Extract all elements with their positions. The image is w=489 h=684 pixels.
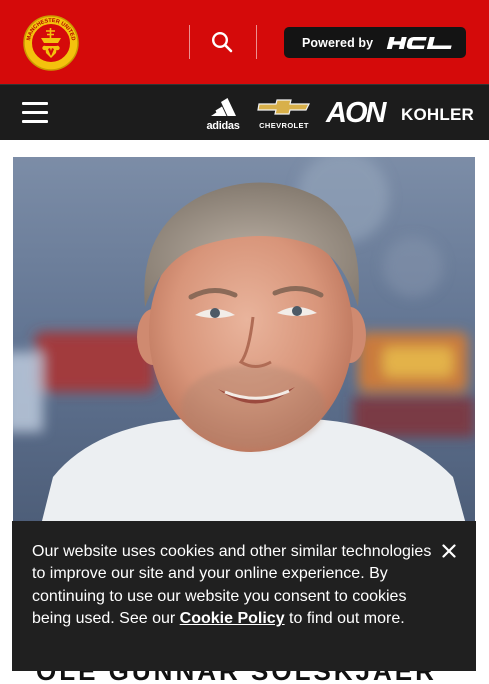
search-button[interactable] [204, 24, 240, 60]
adidas-stripes-icon [211, 98, 236, 116]
hero-image[interactable] [13, 157, 475, 557]
cookie-message: Our website uses cookies and other simil… [32, 541, 432, 631]
manchester-united-crest-logo[interactable]: MANCHESTER UNITED [22, 14, 80, 72]
sponsor-nav-bar: adidas CHEVROLET AON KOHLER [0, 84, 489, 140]
header-divider [189, 25, 190, 59]
sponsor-kohler-logo[interactable]: KOHLER [401, 105, 474, 125]
powered-by-hcl-button[interactable]: Powered by [284, 27, 466, 58]
chevrolet-bowtie-icon [257, 99, 310, 115]
powered-by-label: Powered by [302, 35, 374, 50]
cookie-policy-link[interactable]: Cookie Policy [180, 610, 285, 627]
cookie-message-suffix: to find out more. [284, 610, 405, 628]
press-conference-photo [13, 157, 475, 557]
sponsor-chevrolet-label: CHEVROLET [259, 121, 309, 130]
close-icon [442, 544, 456, 558]
adidas-logo[interactable]: adidas [203, 97, 243, 132]
search-icon [211, 31, 233, 53]
hamburger-menu-icon[interactable] [20, 98, 50, 128]
header-divider [256, 25, 257, 59]
sponsor-aon-logo[interactable]: AON [326, 97, 386, 129]
cookie-close-button[interactable] [438, 540, 460, 562]
hcl-logo [386, 36, 452, 49]
chevrolet-logo[interactable]: CHEVROLET [255, 99, 313, 130]
site-header: MANCHESTER UNITED Powered by [0, 0, 489, 84]
sponsor-adidas-label: adidas [206, 120, 240, 132]
cookie-consent-banner: Our website uses cookies and other simil… [12, 521, 476, 671]
